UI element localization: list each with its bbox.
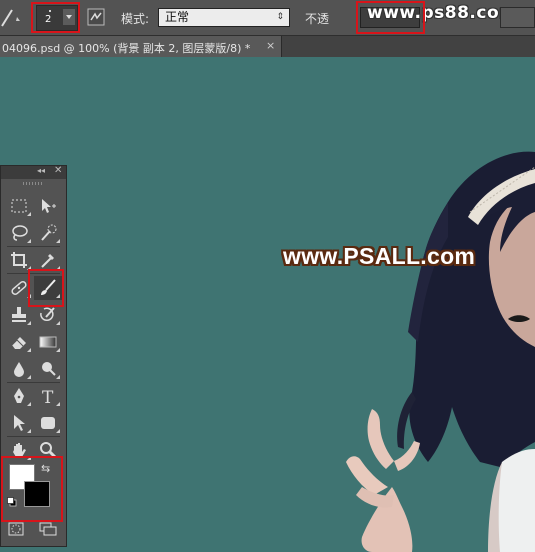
eyedropper-icon: [41, 254, 54, 268]
document-tab[interactable]: 04096.psd @ 100% (背景 副本 2, 图层蒙版/8) * ×: [0, 36, 282, 57]
close-icon[interactable]: ✕: [54, 165, 62, 176]
submenu-triangle-icon: [27, 239, 31, 243]
dodge-icon: [42, 362, 56, 376]
submenu-triangle-icon: [27, 321, 31, 325]
history-brush-tool[interactable]: [34, 303, 62, 327]
tool-preset-picker[interactable]: [0, 6, 26, 28]
submenu-triangle-icon: [27, 375, 31, 379]
drag-grip[interactable]: [23, 182, 43, 185]
clone-stamp-tool[interactable]: [5, 303, 33, 327]
type-icon: T: [42, 388, 54, 406]
quick-selection-icon: [41, 224, 57, 241]
options-bar: 2 模式: 正常 ⇕ 不透 www.ps88.com.cn: [0, 0, 535, 36]
history-brush-icon: [40, 307, 55, 321]
highlight-box-colors: [1, 456, 63, 522]
close-icon[interactable]: ×: [266, 39, 275, 52]
highlight-box-brush-tool: [28, 269, 64, 307]
gradient-icon: [39, 336, 57, 348]
marquee-icon: [11, 199, 27, 213]
submenu-triangle-icon: [27, 212, 31, 216]
type-tool[interactable]: T: [34, 384, 62, 408]
arrow-cursor-icon: [14, 415, 25, 431]
submenu-triangle-icon: [56, 375, 60, 379]
submenu-triangle-icon: [27, 429, 31, 433]
document-tab-bar: 04096.psd @ 100% (背景 副本 2, 图层蒙版/8) * ×: [0, 36, 535, 58]
submenu-triangle-icon: [27, 348, 31, 352]
crop-icon: [11, 252, 27, 268]
quick-selection-tool[interactable]: [34, 221, 62, 245]
brush-tool-icon: [1, 9, 20, 27]
collapse-icon[interactable]: ◂◂: [37, 166, 45, 175]
lasso-icon: [12, 225, 28, 241]
updown-arrow-icon: ⇕: [276, 12, 284, 22]
submenu-triangle-icon: [56, 348, 60, 352]
highlight-box-opacity: [356, 1, 425, 34]
tools-panel-header[interactable]: ◂◂ ✕: [1, 165, 66, 179]
document-tab-title: 04096.psd @ 100% (背景 副本 2, 图层蒙版/8) *: [2, 42, 251, 55]
rounded-rectangle-icon: [41, 417, 55, 429]
dodge-tool[interactable]: [34, 357, 62, 381]
opacity-label: 不透: [305, 12, 330, 26]
eraser-tool[interactable]: [5, 330, 33, 354]
lasso-tool[interactable]: [5, 221, 33, 245]
quick-mask-icon[interactable]: [8, 522, 24, 536]
photo-woman-portrait: [346, 151, 535, 552]
toolbox-divider: [7, 382, 60, 383]
toolbox-divider: [7, 436, 60, 437]
stamp-icon: [12, 307, 26, 322]
watermark-center: www.PSALL.com: [283, 243, 476, 269]
brush-panel-icon[interactable]: [87, 8, 105, 26]
eraser-icon: [11, 337, 26, 349]
bandage-icon: [11, 281, 27, 295]
path-selection-tool[interactable]: [5, 411, 33, 435]
screen-mode-icon[interactable]: [39, 522, 57, 536]
submenu-triangle-icon: [56, 239, 60, 243]
tools-panel: ◂◂ ✕ T ⇆: [0, 165, 67, 547]
rectangle-tool[interactable]: [34, 411, 62, 435]
gradient-tool[interactable]: [34, 330, 62, 354]
flow-field[interactable]: [500, 7, 535, 28]
mode-select[interactable]: 正常 ⇕: [158, 8, 290, 27]
move-tool[interactable]: [34, 194, 62, 218]
svg-text:T: T: [42, 388, 54, 406]
submenu-triangle-icon: [56, 429, 60, 433]
document-canvas[interactable]: www.PSALL.com: [0, 57, 535, 552]
pen-tool[interactable]: [5, 384, 33, 408]
pen-nib-icon: [14, 388, 24, 403]
highlight-box-brush-size: [31, 2, 80, 33]
droplet-icon: [14, 362, 24, 377]
blur-tool[interactable]: [5, 357, 33, 381]
submenu-triangle-icon: [56, 402, 60, 406]
submenu-triangle-icon: [27, 402, 31, 406]
toolbox-divider: [7, 246, 60, 247]
rectangular-marquee-tool[interactable]: [5, 194, 33, 218]
mode-value: 正常: [165, 10, 190, 24]
mode-label: 模式:: [121, 12, 150, 26]
move-icon: [42, 199, 56, 213]
submenu-triangle-icon: [56, 321, 60, 325]
